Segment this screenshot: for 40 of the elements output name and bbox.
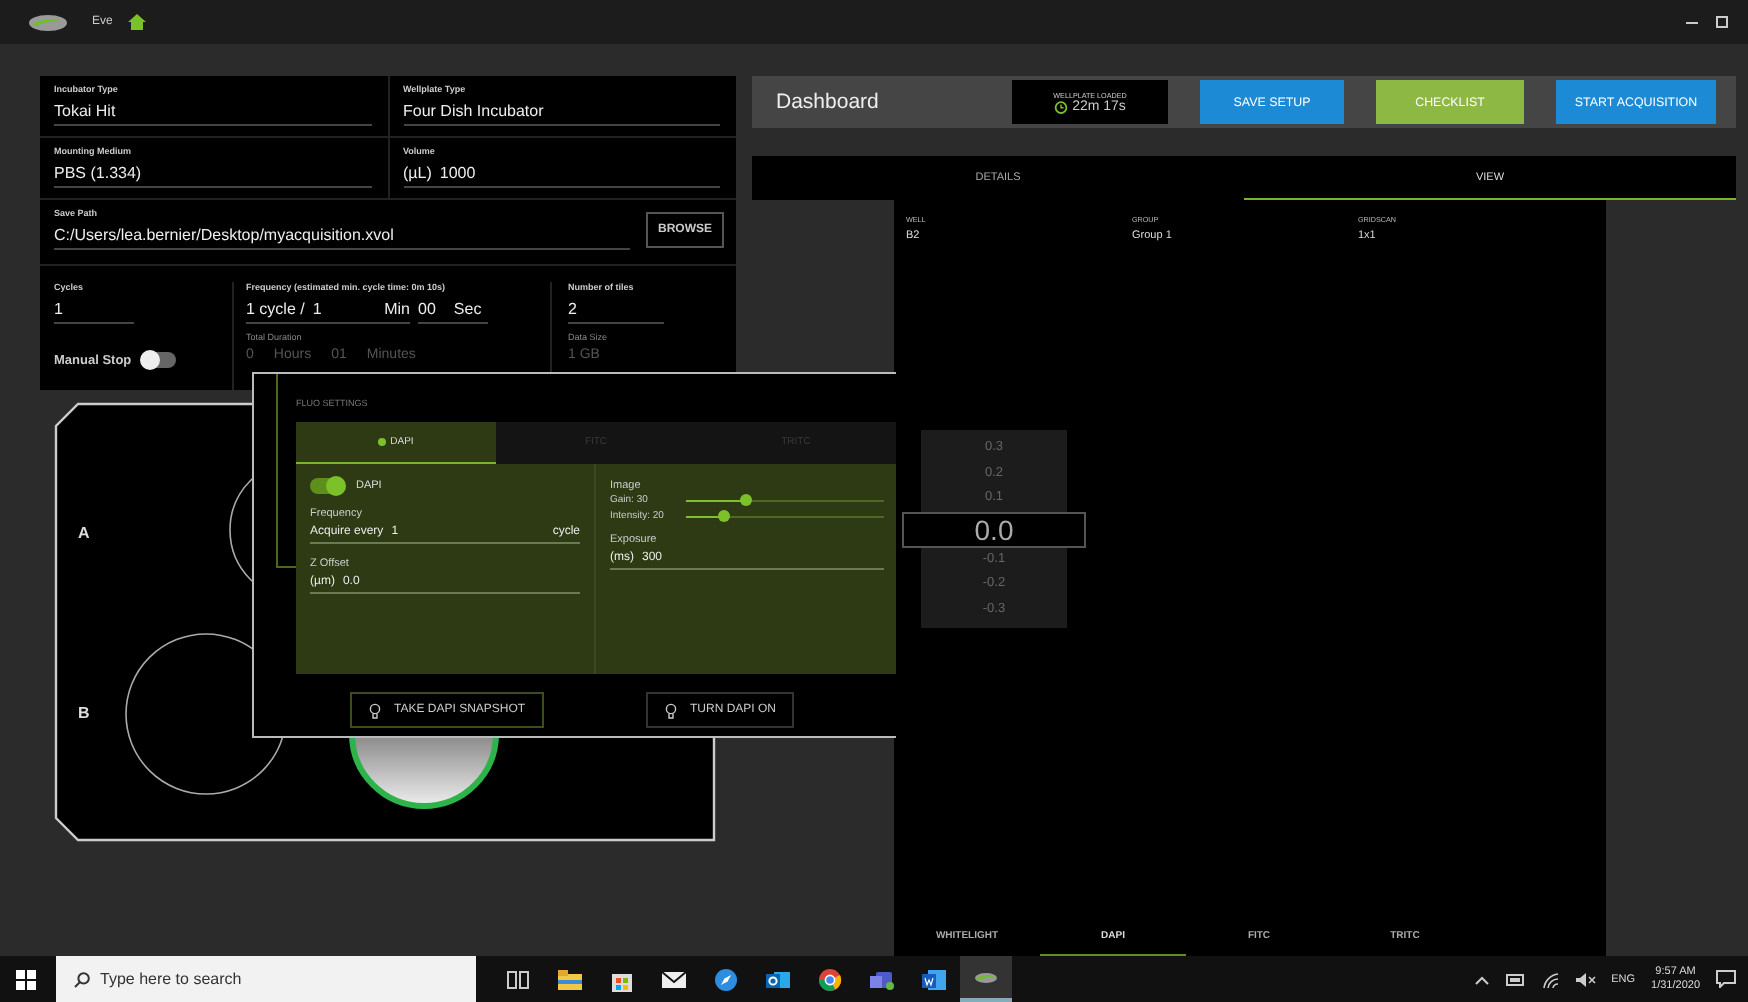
minimize-icon[interactable]	[1686, 16, 1698, 28]
lightbulb-icon	[664, 701, 678, 719]
search-field[interactable]: Type here to search	[56, 956, 476, 1002]
app-logo-icon	[28, 13, 68, 31]
alarm-clock-icon	[1054, 99, 1069, 113]
notification-icon[interactable]	[1716, 970, 1736, 988]
row-label: B	[78, 704, 90, 722]
people-app-icon[interactable]	[870, 967, 894, 991]
folder-icon[interactable]	[558, 967, 582, 991]
slider-thumb[interactable]	[717, 510, 730, 522]
home-icon[interactable]	[128, 14, 147, 30]
input-field[interactable]: C:/Users/lea.bernier/Desktop/myacquisition.xvol	[54, 220, 630, 250]
compass-icon[interactable]	[714, 967, 738, 991]
slider-thumb[interactable]	[739, 494, 752, 506]
mail-app-icon[interactable]	[766, 967, 790, 991]
chevron-up-icon[interactable]	[1473, 973, 1490, 985]
dashboard-title: Dashboard	[776, 90, 881, 114]
document-app-icon[interactable]	[922, 967, 946, 991]
envelope-icon[interactable]	[662, 967, 686, 991]
lightbulb-icon	[368, 701, 382, 719]
search-icon	[74, 971, 90, 987]
browser-icon[interactable]	[818, 967, 842, 991]
input-field[interactable]: 1 cycle / 1 Min	[246, 294, 410, 324]
input-field[interactable]: 2	[568, 294, 664, 324]
toggle-switch[interactable]	[141, 352, 176, 368]
input-field[interactable]: Four Dish Incubator	[403, 96, 720, 126]
input-field[interactable]: (µL) 1000	[403, 158, 720, 188]
scale-value: 0.0	[902, 511, 1086, 547]
input-field[interactable]: 00 Sec	[418, 294, 488, 324]
speaker-muted-icon[interactable]	[1575, 971, 1596, 987]
windows-start-icon[interactable]	[16, 969, 36, 989]
battery-icon[interactable]	[1505, 973, 1526, 985]
input-field[interactable]: Tokai Hit	[54, 96, 371, 126]
wifi-icon[interactable]	[1541, 971, 1560, 987]
input-field[interactable]: PBS (1.334)	[54, 158, 371, 188]
toggle-switch[interactable]	[310, 478, 344, 494]
input-field[interactable]: 1	[54, 294, 134, 324]
task-view-icon[interactable]	[506, 967, 530, 991]
row-label: A	[78, 524, 90, 542]
restore-icon[interactable]	[1714, 16, 1732, 28]
